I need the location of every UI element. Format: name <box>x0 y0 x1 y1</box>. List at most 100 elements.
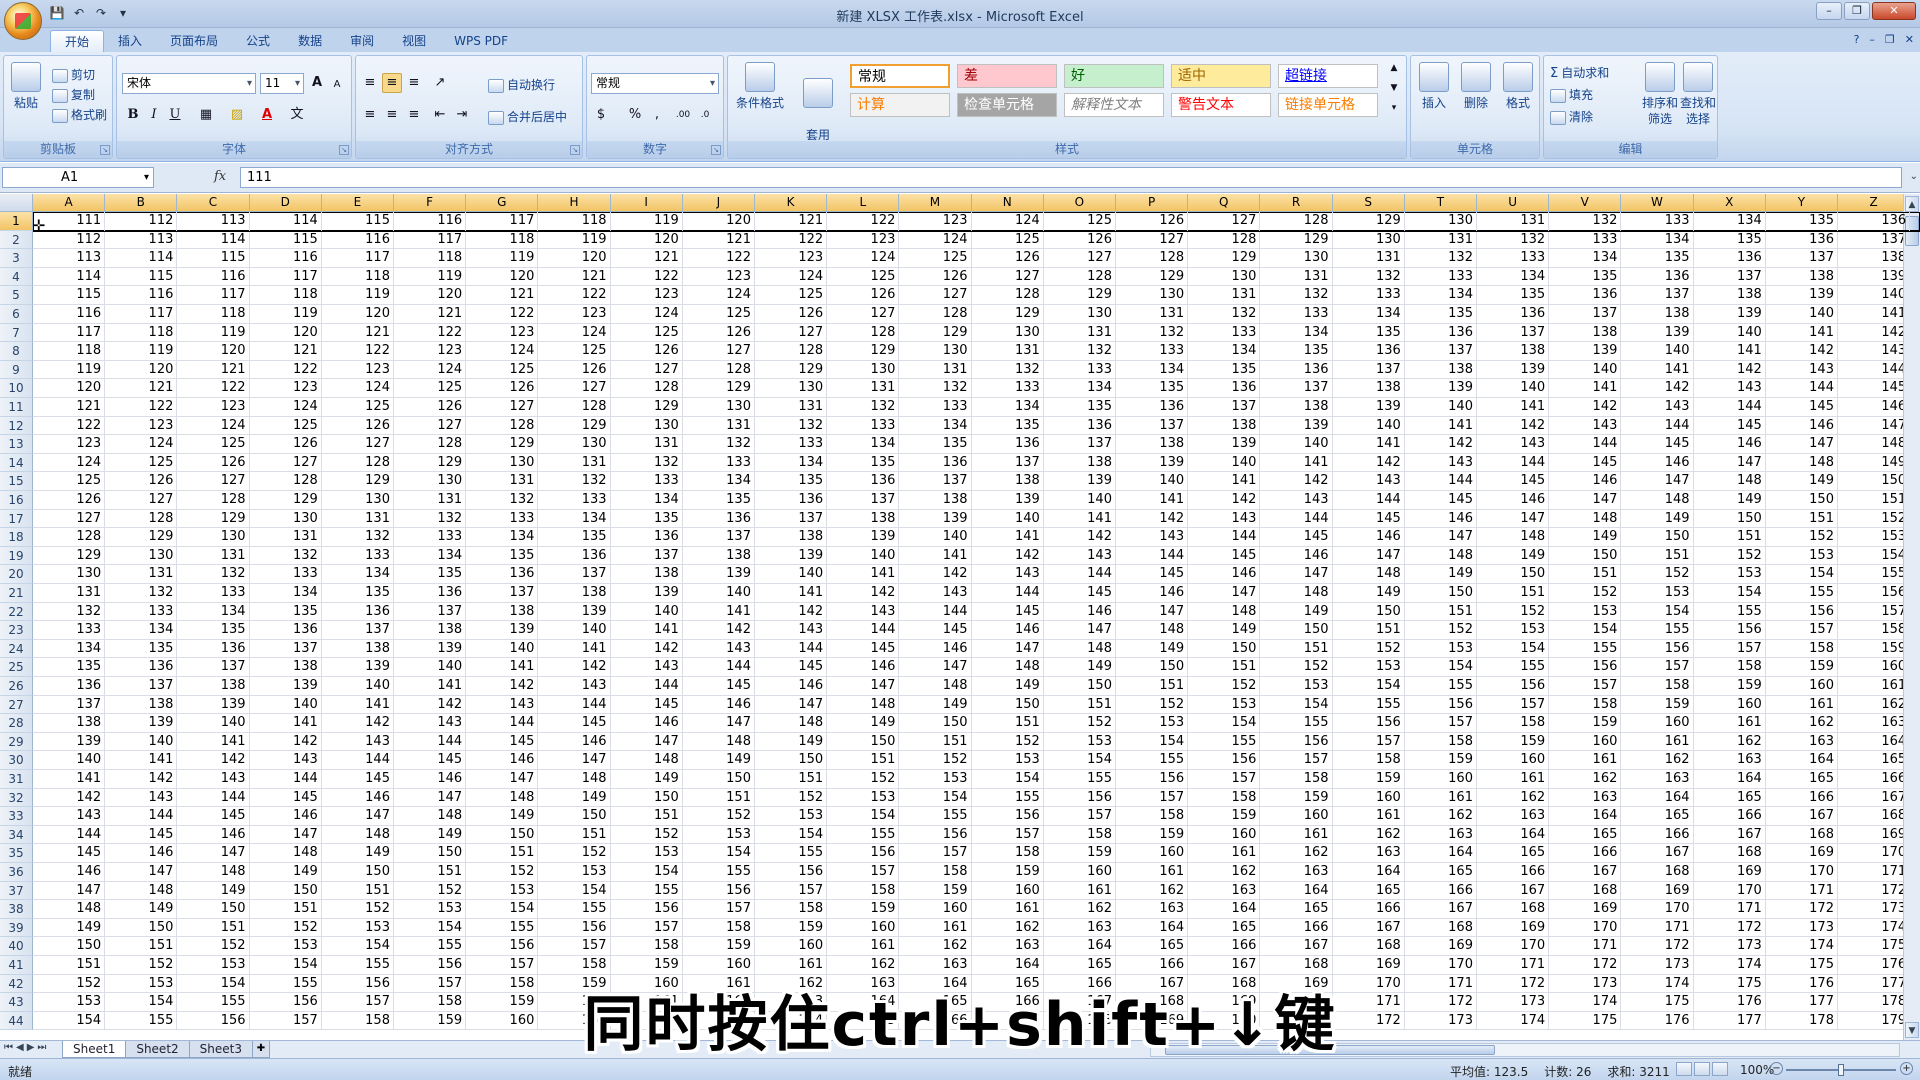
cell-Z29[interactable]: 164 <box>1838 732 1911 752</box>
cell-O11[interactable]: 135 <box>1044 398 1116 417</box>
cell-A20[interactable]: 130 <box>33 565 106 584</box>
cell-P13[interactable]: 138 <box>1116 435 1189 454</box>
cell-D36[interactable]: 149 <box>250 863 322 882</box>
cell-B10[interactable]: 121 <box>105 379 178 398</box>
cell-B4[interactable]: 115 <box>105 267 178 287</box>
cell-B2[interactable]: 113 <box>105 230 178 250</box>
cell-R39[interactable]: 166 <box>1260 918 1333 938</box>
cell-L21[interactable]: 142 <box>827 584 900 603</box>
cell-R29[interactable]: 156 <box>1260 732 1333 752</box>
cell-U14[interactable]: 144 <box>1477 453 1550 473</box>
cell-L36[interactable]: 157 <box>827 863 900 882</box>
cell-A12[interactable]: 122 <box>33 416 106 436</box>
cell-I31[interactable]: 149 <box>611 770 683 789</box>
cell-J25[interactable]: 144 <box>683 658 755 677</box>
cell-O30[interactable]: 154 <box>1044 751 1116 770</box>
cell-Y40[interactable]: 174 <box>1766 937 1838 956</box>
cell-A29[interactable]: 139 <box>33 732 106 752</box>
cell-style-5[interactable]: 计算 <box>850 93 950 117</box>
cell-U8[interactable]: 138 <box>1477 342 1550 361</box>
cell-J1[interactable]: 120 <box>683 212 755 231</box>
cell-T8[interactable]: 137 <box>1405 342 1477 361</box>
cell-Q27[interactable]: 153 <box>1188 695 1261 715</box>
cell-style-8[interactable]: 警告文本 <box>1171 93 1271 117</box>
page-break-view-icon[interactable] <box>1712 1062 1728 1076</box>
column-header-M[interactable]: M <box>899 194 972 212</box>
cell-T14[interactable]: 143 <box>1405 453 1477 473</box>
cell-H35[interactable]: 152 <box>538 844 611 863</box>
conditional-format-button[interactable]: 条件格式 <box>732 62 788 111</box>
cell-D30[interactable]: 143 <box>250 751 322 770</box>
cell-D41[interactable]: 154 <box>250 956 322 975</box>
cell-F18[interactable]: 133 <box>394 528 467 547</box>
cell-Z8[interactable]: 143 <box>1838 342 1911 361</box>
cell-M12[interactable]: 134 <box>899 416 972 436</box>
cell-X37[interactable]: 170 <box>1694 881 1766 901</box>
cell-G15[interactable]: 131 <box>466 472 539 491</box>
cell-G30[interactable]: 146 <box>466 751 539 770</box>
row-header-36[interactable]: 36 <box>0 863 33 882</box>
cell-P16[interactable]: 141 <box>1116 491 1189 510</box>
cell-P27[interactable]: 152 <box>1116 695 1189 715</box>
cell-W35[interactable]: 167 <box>1621 844 1694 863</box>
cell-N10[interactable]: 133 <box>972 379 1044 398</box>
cell-I30[interactable]: 148 <box>611 751 683 770</box>
cell-X4[interactable]: 137 <box>1694 267 1766 287</box>
cell-P28[interactable]: 153 <box>1116 714 1189 733</box>
cell-O1[interactable]: 125 <box>1044 212 1116 231</box>
cell-L24[interactable]: 145 <box>827 639 900 659</box>
column-header-D[interactable]: D <box>249 194 322 212</box>
cell-F21[interactable]: 136 <box>394 584 467 603</box>
cell-W39[interactable]: 171 <box>1621 918 1694 938</box>
column-header-H[interactable]: H <box>538 194 611 212</box>
cell-F25[interactable]: 140 <box>394 658 467 677</box>
cell-Q11[interactable]: 137 <box>1188 398 1261 417</box>
cell-C38[interactable]: 150 <box>177 900 250 919</box>
cell-I17[interactable]: 135 <box>611 509 683 529</box>
cell-I13[interactable]: 131 <box>611 435 683 454</box>
cell-V26[interactable]: 157 <box>1549 677 1622 696</box>
merge-center-button[interactable]: 合并后居中 <box>488 108 567 125</box>
cell-K6[interactable]: 126 <box>755 305 828 324</box>
cell-V5[interactable]: 136 <box>1549 286 1622 305</box>
cell-K14[interactable]: 134 <box>755 453 828 473</box>
cell-F30[interactable]: 145 <box>394 751 467 770</box>
office-button[interactable] <box>4 2 42 40</box>
cell-X29[interactable]: 162 <box>1694 732 1766 752</box>
cell-Y37[interactable]: 171 <box>1766 881 1838 901</box>
align-bottom-icon[interactable]: ≡ <box>404 73 424 93</box>
cell-D27[interactable]: 140 <box>250 695 322 715</box>
cell-V2[interactable]: 133 <box>1549 230 1622 250</box>
align-top-icon[interactable]: ≡ <box>360 73 380 93</box>
cell-V23[interactable]: 154 <box>1549 621 1622 640</box>
cell-G21[interactable]: 137 <box>466 584 539 603</box>
cell-T25[interactable]: 154 <box>1405 658 1477 677</box>
column-header-C[interactable]: C <box>177 194 250 212</box>
cell-L6[interactable]: 127 <box>827 305 900 324</box>
cell-Z5[interactable]: 140 <box>1838 286 1911 305</box>
cell-X13[interactable]: 146 <box>1694 435 1766 454</box>
cell-G22[interactable]: 138 <box>466 602 539 622</box>
cell-T10[interactable]: 139 <box>1405 379 1477 398</box>
cell-K23[interactable]: 143 <box>755 621 828 640</box>
cell-style-3[interactable]: 适中 <box>1171 64 1271 88</box>
cell-V11[interactable]: 142 <box>1549 398 1622 417</box>
cell-S24[interactable]: 152 <box>1333 639 1405 659</box>
cell-I36[interactable]: 154 <box>611 863 683 882</box>
cell-Q5[interactable]: 131 <box>1188 286 1261 305</box>
cell-A11[interactable]: 121 <box>33 398 106 417</box>
cell-U28[interactable]: 158 <box>1477 714 1550 733</box>
cell-M34[interactable]: 156 <box>899 825 972 845</box>
cell-M10[interactable]: 132 <box>899 379 972 398</box>
cell-O28[interactable]: 152 <box>1044 714 1116 733</box>
cell-F10[interactable]: 125 <box>394 379 467 398</box>
cell-I27[interactable]: 145 <box>611 695 683 715</box>
cell-J18[interactable]: 137 <box>683 528 755 547</box>
cell-X34[interactable]: 167 <box>1694 825 1766 845</box>
cell-I15[interactable]: 133 <box>611 472 683 491</box>
cell-W37[interactable]: 169 <box>1621 881 1694 901</box>
cell-Y9[interactable]: 143 <box>1766 360 1838 380</box>
cell-H10[interactable]: 127 <box>538 379 611 398</box>
cell-W14[interactable]: 146 <box>1621 453 1694 473</box>
cell-M15[interactable]: 137 <box>899 472 972 491</box>
